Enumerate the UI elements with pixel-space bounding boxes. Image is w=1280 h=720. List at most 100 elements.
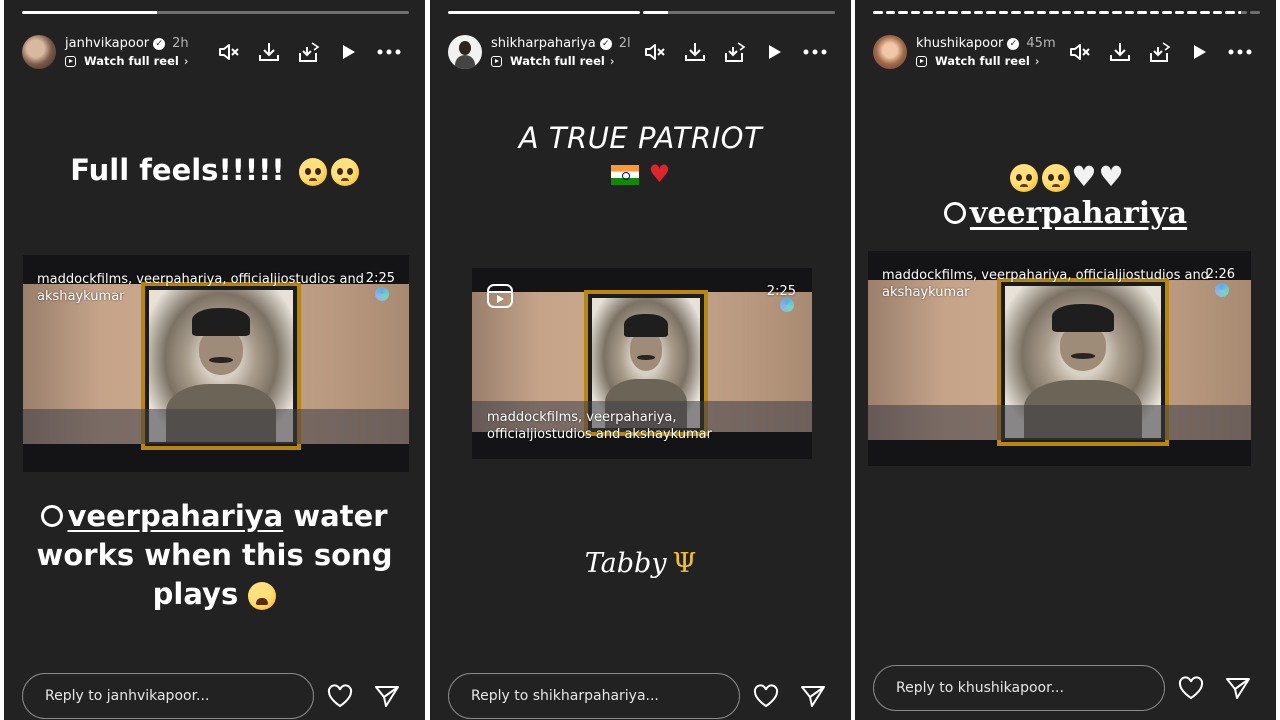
send-icon [1226, 678, 1251, 699]
story-footer: Reply to shikharpahariya... [448, 673, 835, 719]
speaker-muted-icon [645, 44, 665, 60]
avatar[interactable] [448, 35, 482, 69]
story-caption-top: A TRUE PATRIOT [518, 121, 763, 155]
shared-reel-card[interactable]: 2:25 maddockfilms, veerpahariya, officia… [472, 268, 812, 459]
progress-segment [1124, 11, 1135, 14]
weary-face-emoji-icon [248, 582, 277, 610]
download-icon [259, 43, 279, 61]
download-button[interactable] [1100, 36, 1140, 68]
reel-duration: 2:25 [365, 271, 395, 286]
pleading-face-emoji-icon [1042, 164, 1071, 192]
white-heart-emoji-icon: ♥ [1098, 160, 1124, 193]
progress-segment [1212, 11, 1223, 14]
send-icon [801, 686, 826, 707]
trident-emoji-icon: Ψ [672, 548, 697, 579]
share-button[interactable] [792, 676, 836, 716]
progress-segment [986, 11, 996, 14]
story-signature: Tabby Ψ [430, 548, 851, 579]
heart-icon [1178, 676, 1203, 700]
download-reel-button[interactable] [289, 36, 329, 68]
play-button[interactable] [755, 36, 795, 68]
mention-link[interactable]: veerpahariya [67, 499, 283, 533]
mute-button[interactable] [209, 36, 249, 68]
download-reel-icon [299, 42, 320, 62]
play-button[interactable] [329, 36, 369, 68]
watch-full-reel-link[interactable]: Watch full reel › [491, 54, 631, 68]
more-options-button[interactable] [369, 36, 409, 68]
progress-segment [1061, 11, 1072, 14]
like-button[interactable] [1169, 668, 1213, 708]
avatar[interactable] [22, 35, 56, 69]
story-mention[interactable]: veerpahariya [855, 196, 1276, 231]
progress-segment [1023, 11, 1034, 14]
download-reel-button[interactable] [1140, 36, 1180, 68]
more-options-button[interactable] [1220, 36, 1260, 68]
more-dots-icon [377, 49, 401, 55]
progress-segment [885, 11, 896, 14]
reply-input[interactable]: Reply to khushikapoor... [873, 665, 1165, 711]
story-header: shikharpahariya ✓ 2l Watch full reel › [448, 32, 835, 72]
share-button[interactable] [1217, 668, 1261, 708]
chevron-right-icon: › [1034, 54, 1040, 68]
story-header: janhvikapoor ✓ 2h Watch full reel › [22, 32, 409, 72]
verified-badge-icon: ✓ [1007, 37, 1020, 50]
music-glyph-icon [780, 298, 794, 312]
username[interactable]: janhvikapoor [65, 36, 149, 51]
reply-input[interactable]: Reply to janhvikapoor... [22, 673, 314, 719]
more-options-button[interactable] [795, 36, 835, 68]
progress-segment [448, 11, 640, 14]
story-header: khushikapoor ✓ 45m Watch full reel › [873, 32, 1260, 72]
story-caption-bottom: veerpahariya water works when this song … [4, 497, 425, 614]
mute-button[interactable] [635, 36, 675, 68]
signature-text: Tabby [584, 548, 667, 579]
like-button[interactable] [744, 676, 788, 716]
progress-segment [1162, 11, 1172, 14]
watch-full-reel-label: Watch full reel [510, 54, 605, 68]
story-footer: Reply to khushikapoor... [873, 665, 1260, 711]
reel-icon [491, 55, 502, 67]
reel-icon [65, 55, 76, 67]
reply-input[interactable]: Reply to shikharpahariya... [448, 673, 740, 719]
story-progress-bar [873, 11, 1260, 14]
username[interactable]: khushikapoor [916, 36, 1003, 51]
username[interactable]: shikharpahariya [491, 36, 596, 51]
threads-at-icon [943, 202, 966, 224]
download-button[interactable] [249, 36, 289, 68]
story-panel-shikharpahariya: shikharpahariya ✓ 2l Watch full reel › A… [430, 0, 851, 720]
progress-segment [1200, 11, 1210, 14]
play-button[interactable] [1180, 36, 1220, 68]
mute-button[interactable] [1060, 36, 1100, 68]
white-heart-emoji-icon: ♥ [1071, 160, 1097, 193]
progress-segment [1174, 11, 1185, 14]
avatar[interactable] [873, 35, 907, 69]
progress-segment [1225, 11, 1235, 14]
progress-segment [961, 11, 971, 14]
progress-segment [873, 11, 883, 14]
heart-icon [753, 684, 778, 708]
chevron-right-icon: › [609, 54, 615, 68]
progress-segment [1011, 11, 1021, 14]
watch-full-reel-link[interactable]: Watch full reel › [65, 54, 189, 68]
shared-reel-card[interactable]: maddockfilms, veerpahariya, officialjios… [868, 251, 1251, 466]
reel-credits-line2: akshaykumar [882, 285, 970, 300]
threads-at-icon [41, 505, 64, 527]
reel-credits-line1: maddockfilms, veerpahariya, officialjios… [37, 272, 364, 287]
download-reel-button[interactable] [715, 36, 755, 68]
like-button[interactable] [318, 676, 362, 716]
reel-credits-line1: maddockfilms, veerpahariya, [487, 410, 677, 425]
watch-full-reel-link[interactable]: Watch full reel › [916, 54, 1056, 68]
progress-segment [1074, 11, 1084, 14]
mention-link[interactable]: veerpahariya [970, 196, 1187, 231]
more-dots-icon [1228, 49, 1252, 55]
verified-badge-icon: ✓ [599, 37, 612, 50]
share-button[interactable] [366, 676, 410, 716]
more-dots-icon [803, 49, 827, 55]
play-icon [769, 45, 781, 59]
story-caption-emojis: ♥ [430, 160, 851, 188]
story-footer: Reply to janhvikapoor... [22, 673, 409, 719]
download-button[interactable] [675, 36, 715, 68]
progress-segment [1137, 11, 1147, 14]
reel-credits-line2: officialjiostudios and akshaykumar [487, 427, 712, 442]
shared-reel-card[interactable]: maddockfilms, veerpahariya, officialjios… [23, 255, 409, 472]
chevron-right-icon: › [183, 54, 189, 68]
